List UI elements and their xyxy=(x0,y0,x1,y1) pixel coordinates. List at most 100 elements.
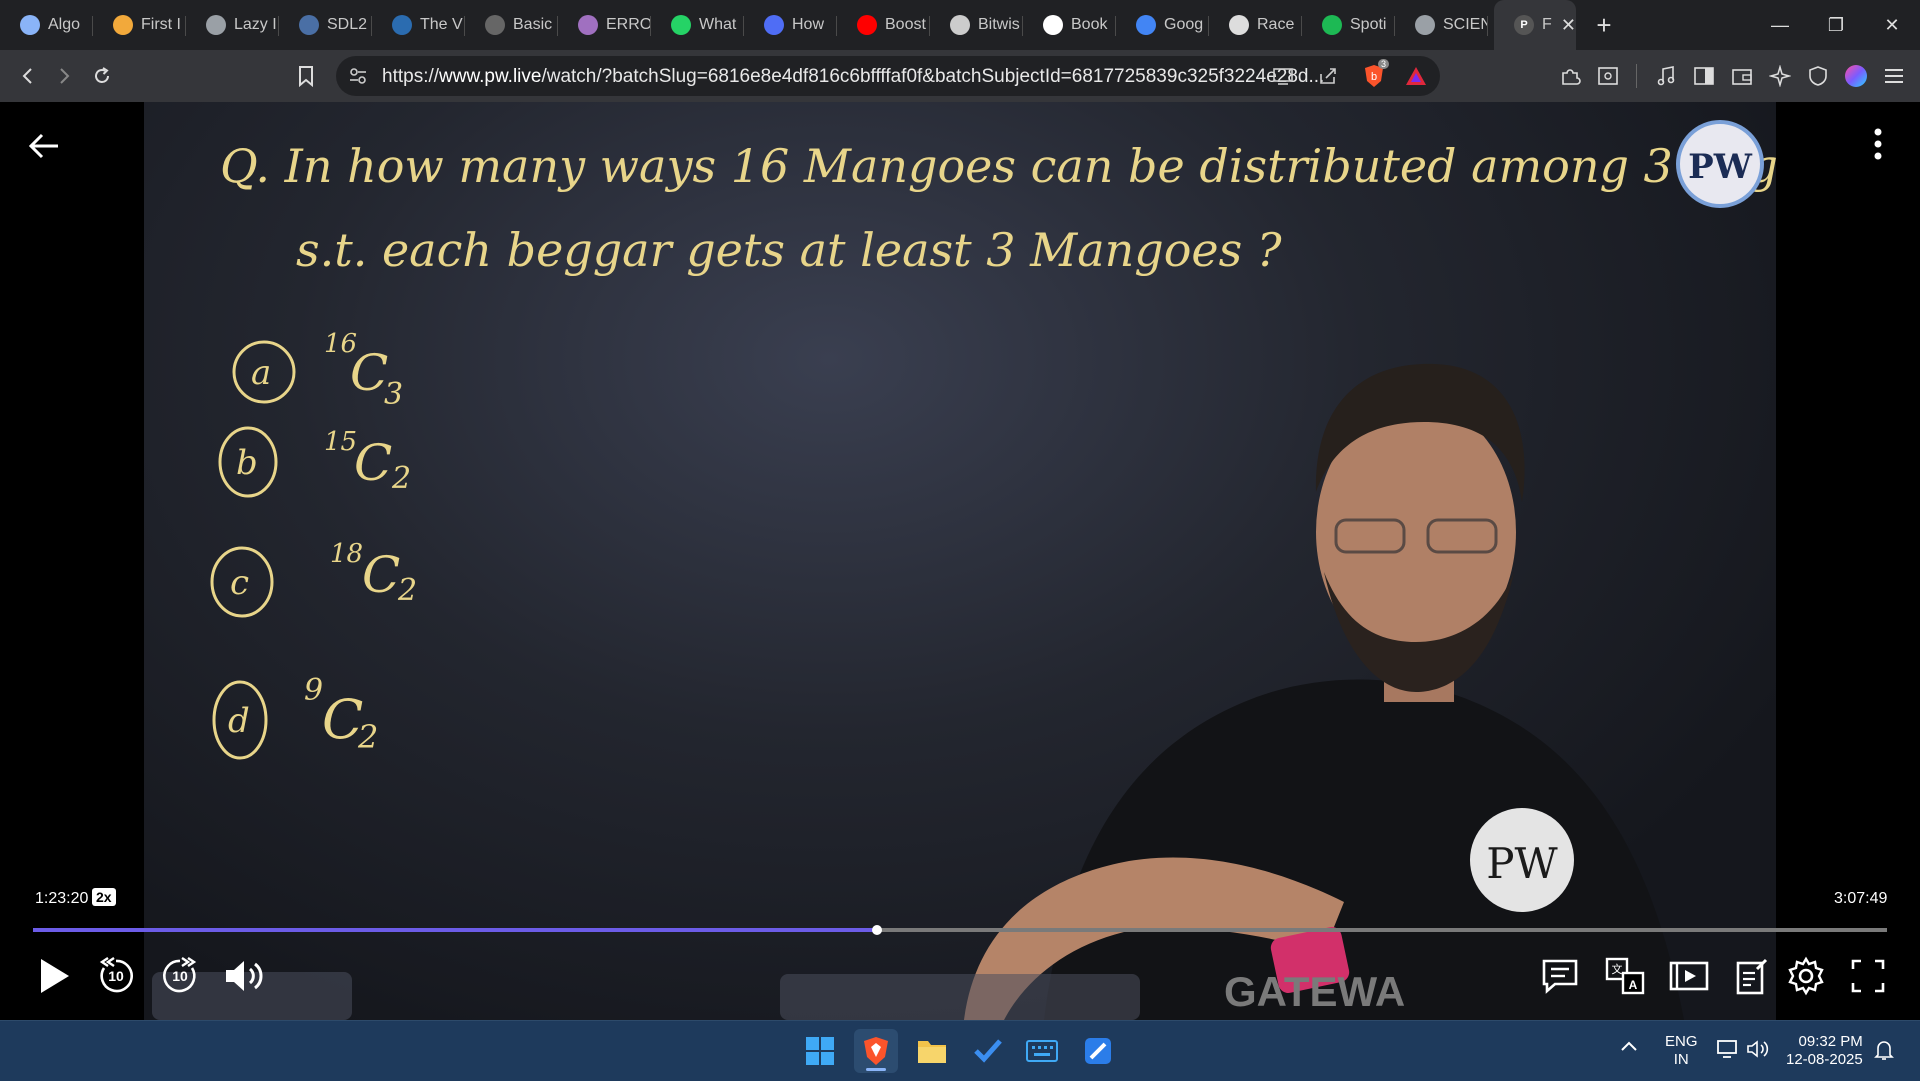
tab-title: ERRO xyxy=(606,16,651,33)
bars-icon xyxy=(113,15,133,35)
site-settings-icon[interactable] xyxy=(348,66,368,91)
brave-browser-icon[interactable] xyxy=(854,1029,898,1073)
share-icon[interactable] xyxy=(1318,66,1338,91)
tab-13[interactable]: Race xyxy=(1209,0,1302,50)
tab-2[interactable]: Lazy I xyxy=(186,0,279,50)
new-tab-button[interactable]: + xyxy=(1582,10,1626,41)
total-duration: 3:07:49 xyxy=(1834,890,1888,907)
video-frame: Q. In how many ways 16 Mangoes can be di… xyxy=(144,102,1776,1020)
close-window-icon[interactable]: ✕ xyxy=(1864,0,1920,50)
menu-icon[interactable] xyxy=(1880,62,1908,90)
option-label: a xyxy=(251,353,271,393)
playback-speed-badge[interactable]: 2x xyxy=(92,888,116,906)
network-icon[interactable] xyxy=(1716,1039,1738,1064)
tab-14[interactable]: Spoti xyxy=(1302,0,1395,50)
translate-icon[interactable]: A文 xyxy=(1604,954,1646,998)
clock-time: 09:32 PM xyxy=(1798,1033,1863,1050)
rewind-10-icon[interactable]: 10 xyxy=(94,954,138,998)
play-icon[interactable] xyxy=(34,954,74,998)
seek-handle[interactable] xyxy=(871,925,882,935)
speaker-icon[interactable] xyxy=(1746,1039,1770,1064)
comments-icon[interactable] xyxy=(1540,954,1580,998)
file-explorer-icon[interactable] xyxy=(910,1029,954,1073)
brave-rewards-icon[interactable] xyxy=(1404,65,1428,92)
vpn-icon[interactable] xyxy=(1804,62,1832,90)
show-hidden-icons-icon[interactable] xyxy=(1620,1039,1638,1058)
browser-toolbar: https://www.pw.live/watch/?batchSlug=681… xyxy=(0,50,1920,102)
pw-logo-text: PW xyxy=(1688,147,1753,187)
tab-title: Lazy I xyxy=(234,16,277,33)
tab-10[interactable]: Bitwis xyxy=(930,0,1023,50)
seek-bar[interactable] xyxy=(33,925,1887,935)
todo-icon[interactable] xyxy=(966,1029,1010,1073)
window-controls: — ❐ ✕ xyxy=(1752,0,1920,50)
cast-icon[interactable] xyxy=(1272,66,1294,91)
windows-start-icon[interactable] xyxy=(798,1029,842,1073)
minimize-icon[interactable]: — xyxy=(1752,0,1808,50)
tab-title: SCIEN xyxy=(1443,16,1488,33)
sidebar-icon[interactable] xyxy=(1690,62,1718,90)
wallet-icon[interactable] xyxy=(1728,62,1756,90)
option-a: a 16 C 3 xyxy=(232,329,403,412)
address-bar[interactable]: https://www.pw.live/watch/?batchSlug=681… xyxy=(336,56,1440,96)
notifications-bell-icon[interactable] xyxy=(1874,1039,1894,1066)
option-subscript: 2 xyxy=(397,573,417,608)
tab-close-icon[interactable]: ✕ xyxy=(1561,15,1576,36)
reader-mode-icon[interactable] xyxy=(1594,62,1622,90)
whatsapp-icon xyxy=(671,15,691,35)
option-superscript: 18 xyxy=(330,539,363,569)
bookmark-icon[interactable] xyxy=(292,62,320,90)
drawing-toolbar xyxy=(780,974,1140,1020)
volume-icon[interactable] xyxy=(220,954,268,998)
tab-6[interactable]: ERRO xyxy=(558,0,651,50)
more-options-icon[interactable] xyxy=(1866,124,1890,168)
forward-icon[interactable] xyxy=(50,62,78,90)
fullscreen-icon[interactable] xyxy=(1848,954,1888,998)
tab-15[interactable]: SCIEN xyxy=(1395,0,1488,50)
system-clock[interactable]: 09:32 PM 12-08-2025 xyxy=(1786,1033,1863,1069)
option-superscript: 15 xyxy=(324,427,357,457)
picture-in-picture-icon[interactable] xyxy=(1668,954,1710,998)
settings-gear-icon[interactable] xyxy=(1784,954,1828,998)
forward-10-icon[interactable]: 10 xyxy=(158,954,202,998)
globe-icon xyxy=(1415,15,1435,35)
tab-title: Race xyxy=(1257,16,1295,33)
tab-12[interactable]: Goog xyxy=(1116,0,1209,50)
language-code: ENG xyxy=(1665,1033,1698,1050)
tab-7[interactable]: What xyxy=(651,0,744,50)
tab-0[interactable]: Algo xyxy=(0,0,93,50)
svg-text:b: b xyxy=(1371,71,1377,83)
leo-ai-icon[interactable] xyxy=(1766,62,1794,90)
brave-shields-icon[interactable]: b 3 xyxy=(1362,59,1390,94)
question-line-2: s.t. each beggar gets at least 3 Mangoes… xyxy=(296,223,1282,277)
url-text: https://www.pw.live/watch/?batchSlug=681… xyxy=(382,66,1324,88)
tab-8[interactable]: How xyxy=(744,0,837,50)
language-indicator[interactable]: ENG IN xyxy=(1665,1033,1698,1069)
clock-date: 12-08-2025 xyxy=(1786,1051,1863,1068)
tab-5[interactable]: Basic xyxy=(465,0,558,50)
back-arrow-icon[interactable] xyxy=(26,128,62,164)
tab-title: SDL2 xyxy=(327,16,368,33)
option-superscript: 9 xyxy=(304,673,323,708)
reload-icon[interactable] xyxy=(88,62,116,90)
paint-app-icon[interactable] xyxy=(1076,1029,1120,1073)
notes-icon[interactable] xyxy=(1732,954,1772,998)
tab-active[interactable]: P F ✕ xyxy=(1494,0,1576,50)
tab-title: Boost xyxy=(885,16,926,33)
music-icon[interactable] xyxy=(1652,62,1680,90)
touch-keyboard-icon[interactable] xyxy=(1020,1029,1064,1073)
spotify-icon xyxy=(1322,15,1342,35)
option-label: c xyxy=(230,563,249,603)
tab-1[interactable]: First I xyxy=(93,0,186,50)
extensions-icon[interactable] xyxy=(1556,62,1584,90)
back-icon[interactable] xyxy=(14,62,42,90)
tab-4[interactable]: The V xyxy=(372,0,465,50)
tab-title: Bitwis xyxy=(978,16,1020,33)
tab-9[interactable]: Boost xyxy=(837,0,930,50)
tab-3[interactable]: SDL2 xyxy=(279,0,372,50)
active-indicator xyxy=(866,1068,886,1071)
tab-11[interactable]: Book xyxy=(1023,0,1116,50)
profile-avatar-icon[interactable] xyxy=(1842,62,1870,90)
restore-icon[interactable]: ❐ xyxy=(1808,0,1864,50)
video-player[interactable]: Q. In how many ways 16 Mangoes can be di… xyxy=(0,102,1920,1020)
